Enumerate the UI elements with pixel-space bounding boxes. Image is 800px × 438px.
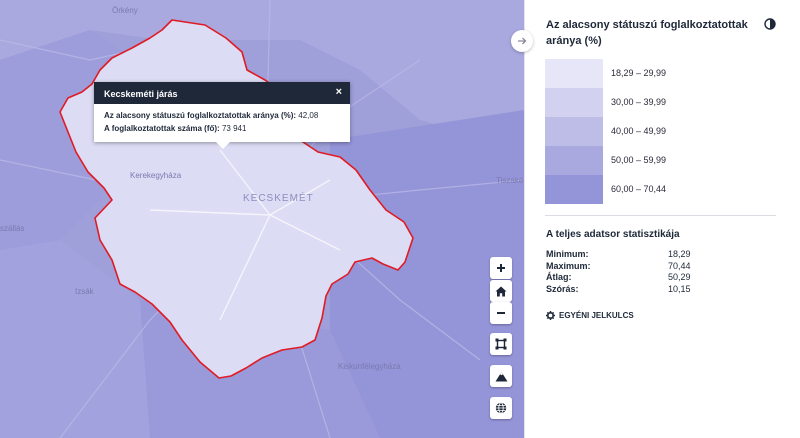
plus-icon [497, 264, 505, 272]
color-legend: 18,29 – 29,99 30,00 – 39,99 40,00 – 49,99 5… [545, 59, 774, 204]
arrow-right-icon [518, 37, 527, 45]
bounding-box-icon [495, 338, 507, 350]
legend-label: 30,00 – 39,99 [611, 97, 667, 107]
popup-row-employed: A foglalkoztatottak száma (fő): 73 941 [104, 122, 350, 135]
legend-swatch [545, 59, 603, 88]
home-icon [495, 286, 507, 296]
legend-label: 60,00 – 70,44 [611, 184, 667, 194]
globe-button[interactable] [490, 397, 512, 419]
panel-title: Az alacsony státuszú foglalkoztatottak a… [546, 19, 748, 47]
mountain-icon [495, 371, 507, 381]
place-label-tiszakecske: Tiszakécske [496, 176, 524, 185]
map-view[interactable]: Örkény Kerekegyháza KECSKEMÉT Tiszakécsk… [0, 0, 524, 438]
contrast-icon[interactable] [764, 18, 776, 30]
map-canvas[interactable] [0, 0, 524, 438]
stats-value: 18,29 [668, 249, 691, 259]
legend-panel: Az alacsony státuszú foglalkoztatottak a… [524, 0, 800, 438]
stats-row: Szórás: 10,15 [546, 284, 706, 296]
legend-row: 30,00 – 39,99 [545, 88, 774, 117]
popup-employed-label: A foglalkoztatottak száma (fő): [104, 124, 220, 133]
popup-close-button[interactable]: × [336, 87, 342, 98]
stats-value: 50,29 [668, 272, 691, 282]
legend-row: 50,00 – 59,99 [545, 146, 774, 175]
district-popup: Kecskeméti járás × Az alacsony státuszú … [94, 82, 350, 142]
legend-label: 40,00 – 49,99 [611, 126, 667, 136]
stats-label: Átlag: [546, 272, 572, 282]
stats-row: Minimum: 18,29 [546, 249, 706, 261]
terrain-button[interactable] [490, 365, 512, 387]
popup-ratio-value: 42,08 [298, 111, 319, 120]
legend-row: 40,00 – 49,99 [545, 117, 774, 146]
popup-row-ratio: Az alacsony státuszú foglalkoztatottak a… [104, 109, 350, 122]
place-label-kecskemet: KECSKEMÉT [243, 193, 314, 204]
legend-swatch [545, 88, 603, 117]
place-label-izsak: Izsák [75, 287, 94, 296]
stats-row: Maximum: 70,44 [546, 261, 706, 273]
fit-bounds-button[interactable] [490, 333, 512, 355]
popup-header: Kecskeméti járás × [94, 82, 350, 104]
legend-swatch [545, 117, 603, 146]
legend-swatch [545, 146, 603, 175]
legend-row: 60,00 – 70,44 [545, 175, 774, 204]
place-label-orkeny: Örkény [112, 6, 138, 15]
minus-icon [497, 312, 505, 314]
popup-pointer [216, 142, 230, 149]
gear-icon [546, 311, 555, 320]
home-button[interactable] [490, 280, 512, 302]
popup-body: Az alacsony státuszú foglalkoztatottak a… [94, 104, 350, 135]
place-label-szallas: szállás [0, 224, 25, 233]
legend-label: 18,29 – 29,99 [611, 68, 667, 78]
stats-value: 10,15 [668, 283, 691, 294]
stats-value: 70,44 [668, 260, 691, 271]
popup-title: Kecskeméti járás [104, 89, 178, 99]
zoom-in-button[interactable] [490, 257, 512, 279]
stats-label: Szórás: [546, 283, 579, 294]
stats-table: Minimum: 18,29 Maximum: 70,44 Átlag: 50,29 Szó… [546, 249, 706, 295]
custom-legend-label: EGYÉNI JELKULCS [559, 311, 634, 320]
legend-row: 18,29 – 29,99 [545, 59, 774, 88]
globe-icon [495, 402, 507, 414]
collapse-panel-button[interactable] [511, 30, 533, 52]
custom-legend-button[interactable]: EGYÉNI JELKULCS [546, 311, 634, 320]
stats-title: A teljes adatsor statisztikája [546, 229, 680, 240]
stats-label: Maximum: [546, 260, 591, 271]
place-label-kerekegyhaza: Kerekegyháza [130, 171, 182, 180]
popup-ratio-label: Az alacsony státuszú foglalkoztatottak a… [104, 111, 297, 120]
legend-label: 50,00 – 59,99 [611, 155, 667, 165]
divider [545, 215, 776, 216]
popup-employed-value: 73 941 [221, 124, 247, 133]
place-label-kiskunfelegyhaza: Kiskunfélegyháza [338, 362, 401, 371]
legend-swatch [545, 175, 603, 204]
stats-label: Minimum: [546, 249, 589, 259]
zoom-out-button[interactable] [490, 302, 512, 324]
stats-row: Átlag: 50,29 [546, 272, 706, 284]
